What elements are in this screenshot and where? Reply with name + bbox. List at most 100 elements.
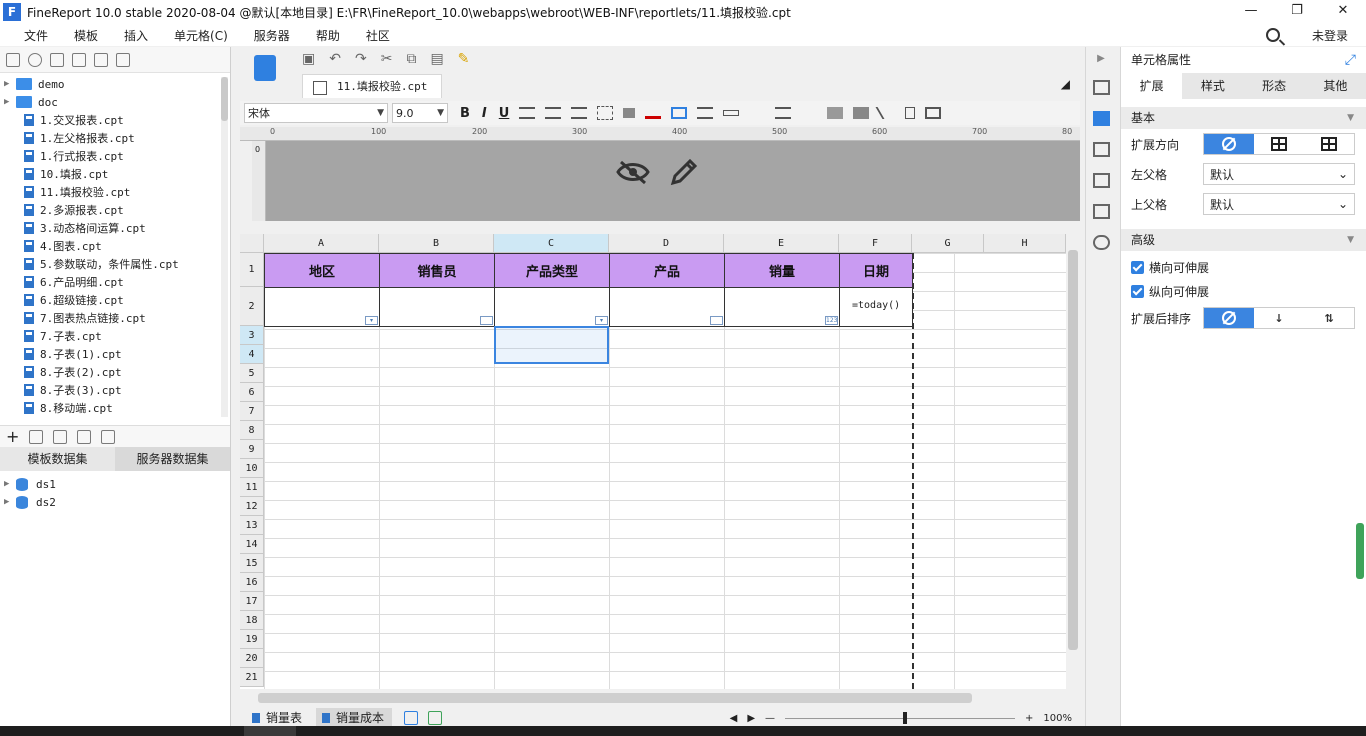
settings-icon[interactable] xyxy=(72,52,86,67)
taskbar-app-button[interactable] xyxy=(244,726,296,736)
expand-arrow-icon[interactable]: ▶ xyxy=(4,97,16,107)
expand-arrow-icon[interactable]: ▶ xyxy=(4,479,16,489)
border-style-icon[interactable] xyxy=(925,107,942,119)
row-header[interactable]: 4 xyxy=(240,345,264,364)
header-cell-sales[interactable]: 销量 xyxy=(724,253,840,288)
expand-vertical-option[interactable] xyxy=(1254,134,1304,154)
row-header[interactable]: 3 xyxy=(240,326,264,345)
dataset-item[interactable]: ▶ ds2 xyxy=(0,493,230,511)
header-cell-date[interactable]: 日期 xyxy=(839,253,913,288)
expand-none-option[interactable] xyxy=(1204,134,1254,154)
copy-icon[interactable]: ⧉ xyxy=(406,51,416,67)
redo-icon[interactable]: ↷ xyxy=(355,51,367,67)
row-header[interactable]: 8 xyxy=(240,421,264,440)
maximize-button[interactable]: ❐ xyxy=(1274,0,1320,24)
row-header[interactable]: 7 xyxy=(240,402,264,421)
save-icon[interactable]: ▣ xyxy=(302,51,315,67)
format-painter-icon[interactable]: ✎ xyxy=(458,51,470,67)
underline-button[interactable]: U xyxy=(499,106,510,121)
column-header[interactable]: D xyxy=(609,234,724,253)
widget-icon[interactable] xyxy=(905,107,916,119)
sheet-tab-sales-cost[interactable]: 销量成本 xyxy=(316,708,393,728)
tree-file[interactable]: 1.左父格报表.cpt xyxy=(0,129,230,147)
condition-attribute-icon[interactable] xyxy=(1092,204,1110,219)
data-cell-region[interactable]: ▾ xyxy=(264,287,380,327)
split-cells-icon[interactable] xyxy=(697,107,714,119)
bold-button[interactable]: B xyxy=(460,106,470,121)
scroll-right-icon[interactable]: ▶ xyxy=(747,713,755,724)
tree-file[interactable]: 8.子表(1).cpt xyxy=(0,345,230,363)
up-parent-select[interactable]: 默认 ⌄ xyxy=(1203,193,1355,215)
cut-icon[interactable]: ✂ xyxy=(381,51,393,67)
menu-help[interactable]: 帮助 xyxy=(303,27,353,44)
edit-dataset-icon[interactable] xyxy=(29,429,44,444)
section-advanced[interactable]: 高级 ▼ xyxy=(1121,229,1366,251)
grid-vertical-scrollbar[interactable] xyxy=(1066,234,1080,689)
add-dashboard-icon[interactable] xyxy=(428,711,443,725)
expand-horizontal-option[interactable] xyxy=(1304,134,1354,154)
sheet-tab-sales[interactable]: 销量表 xyxy=(246,708,310,728)
scroll-left-icon[interactable]: ◀ xyxy=(730,713,738,724)
expand-arrow-icon[interactable]: ▶ xyxy=(4,79,16,89)
vertical-expand-checkbox[interactable]: 纵向可伸展 xyxy=(1121,279,1366,303)
dataset-settings-icon[interactable] xyxy=(101,429,116,444)
menu-server[interactable]: 服务器 xyxy=(241,27,303,44)
hyperlink-icon[interactable] xyxy=(1092,235,1110,250)
tree-file[interactable]: 8.子表(2).cpt xyxy=(0,363,230,381)
tree-file[interactable]: 4.图表.cpt xyxy=(0,237,230,255)
data-cell-product-type[interactable]: ▾ xyxy=(494,287,610,327)
section-basic[interactable]: 基本 ▼ xyxy=(1121,107,1366,129)
horizontal-scrollbar-thumb[interactable] xyxy=(258,693,972,703)
tree-file[interactable]: 3.动态格间运算.cpt xyxy=(0,219,230,237)
row-header[interactable]: 1 xyxy=(240,253,264,287)
tab-style[interactable]: 样式 xyxy=(1182,73,1244,99)
delete-dataset-icon[interactable] xyxy=(53,429,68,444)
tab-menu-icon[interactable]: ◢ xyxy=(1061,77,1070,91)
chart-icon[interactable] xyxy=(853,107,870,119)
font-color-icon[interactable] xyxy=(645,107,662,119)
panel-resize-handle[interactable] xyxy=(1356,523,1364,579)
sort-descending-option[interactable]: ⇅ xyxy=(1304,308,1354,328)
select-all-corner[interactable] xyxy=(240,234,264,253)
text-icon[interactable] xyxy=(749,107,765,119)
tree-file[interactable]: 5.参数联动，条件属性.cpt xyxy=(0,255,230,273)
zoom-out-button[interactable]: — xyxy=(765,713,775,724)
menu-file[interactable]: 文件 xyxy=(0,27,61,44)
image-icon[interactable] xyxy=(827,107,844,119)
template-properties-icon[interactable] xyxy=(1092,80,1110,95)
close-button[interactable]: ✕ xyxy=(1320,0,1366,24)
column-header[interactable]: A xyxy=(264,234,379,253)
tree-file[interactable]: 7.子表.cpt xyxy=(0,327,230,345)
hidden-eye-icon[interactable] xyxy=(616,159,650,185)
copy-icon[interactable] xyxy=(116,52,130,67)
tree-file[interactable]: 8.移动端.cpt xyxy=(0,399,230,417)
tab-server-dataset[interactable]: 服务器数据集 xyxy=(115,447,230,471)
row-header[interactable]: 19 xyxy=(240,630,264,649)
left-parent-select[interactable]: 默认 ⌄ xyxy=(1203,163,1355,185)
row-header[interactable]: 17 xyxy=(240,592,264,611)
column-header[interactable]: G xyxy=(912,234,984,253)
row-header[interactable]: 15 xyxy=(240,554,264,573)
widget-settings-icon[interactable] xyxy=(1092,173,1110,188)
data-cell-salesperson[interactable] xyxy=(379,287,495,327)
data-cell-sales[interactable]: 123 xyxy=(724,287,840,327)
tree-file[interactable]: 7.图表热点链接.cpt xyxy=(0,309,230,327)
font-family-select[interactable]: 宋体 ▼ xyxy=(244,103,388,123)
grid-scrollbar-thumb[interactable] xyxy=(1068,250,1078,650)
fill-color-icon[interactable] xyxy=(623,108,636,118)
row-header[interactable]: 18 xyxy=(240,611,264,630)
tab-current-file[interactable]: 11.填报校验.cpt xyxy=(302,74,443,98)
open-template-icon[interactable] xyxy=(50,52,64,67)
header-cell-product[interactable]: 产品 xyxy=(609,253,725,288)
tab-template-dataset[interactable]: 模板数据集 xyxy=(0,447,115,471)
tab-other[interactable]: 其他 xyxy=(1304,73,1366,99)
pin-icon[interactable]: ⤢ xyxy=(1345,47,1356,73)
row-header[interactable]: 2 xyxy=(240,287,264,326)
wrap-icon[interactable] xyxy=(775,107,792,119)
expand-arrow-icon[interactable]: ▶ xyxy=(4,497,16,507)
column-header[interactable]: E xyxy=(724,234,839,253)
row-header[interactable]: 13 xyxy=(240,516,264,535)
tree-scrollbar[interactable] xyxy=(221,77,228,417)
tree-folder[interactable]: ▶ doc xyxy=(0,93,230,111)
column-header[interactable]: H xyxy=(984,234,1066,253)
